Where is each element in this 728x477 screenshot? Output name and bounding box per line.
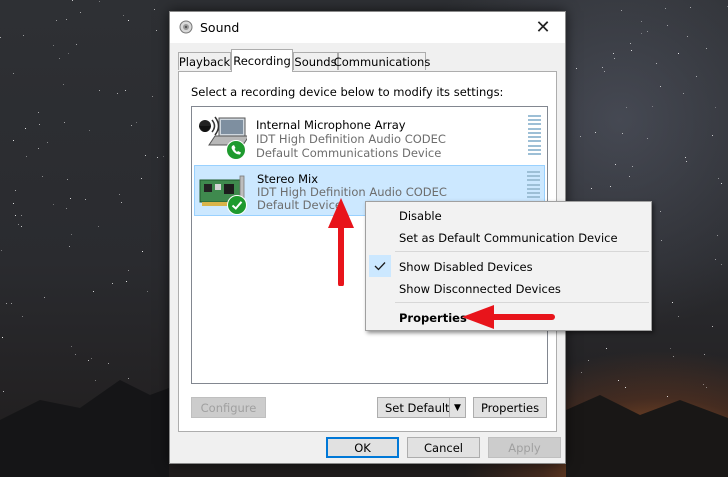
menu-item-show-disabled[interactable]: Show Disabled Devices [399, 260, 533, 274]
menu-separator [395, 251, 649, 252]
menu-item-disable[interactable]: Disable [399, 209, 442, 223]
check-icon [227, 195, 247, 215]
annotation-arrow-left-icon [462, 305, 555, 329]
apply-button[interactable]: Apply [488, 437, 561, 458]
device-name: Internal Microphone Array [256, 118, 406, 132]
tab-playback[interactable]: Playback [178, 52, 231, 70]
window-title: Sound [200, 20, 240, 35]
device-internal-microphone[interactable]: Internal Microphone Array IDT High Defin… [194, 110, 545, 161]
configure-button[interactable]: Configure [191, 397, 266, 418]
device-driver: IDT High Definition Audio CODEC [256, 132, 446, 146]
speaker-icon [179, 20, 193, 34]
title-bar: Sound ✕ [170, 12, 565, 43]
phone-icon [226, 140, 246, 160]
close-button[interactable]: ✕ [521, 12, 565, 43]
menu-item-show-disconnected[interactable]: Show Disconnected Devices [399, 282, 561, 296]
device-name: Stereo Mix [257, 172, 319, 186]
tab-sounds[interactable]: Sounds [293, 52, 338, 70]
menu-item-properties[interactable]: Properties [399, 311, 467, 325]
ok-button[interactable]: OK [326, 437, 399, 458]
set-default-label: Set Default [385, 400, 450, 415]
properties-button[interactable]: Properties [473, 397, 547, 418]
level-meter [528, 115, 541, 155]
menu-item-set-default-communication[interactable]: Set as Default Communication Device [399, 231, 618, 245]
instruction-text: Select a recording device below to modif… [191, 85, 504, 99]
tab-recording[interactable]: Recording [231, 49, 293, 72]
device-status: Default Communications Device [256, 146, 442, 160]
tab-communications[interactable]: Communications [334, 52, 430, 70]
chevron-down-icon[interactable]: ▼ [449, 398, 465, 417]
annotation-arrow-up-icon [328, 198, 354, 286]
cancel-button[interactable]: Cancel [407, 437, 480, 458]
check-icon [369, 255, 391, 277]
close-icon: ✕ [535, 17, 551, 38]
set-default-button[interactable]: Set Default ▼ [377, 397, 466, 418]
